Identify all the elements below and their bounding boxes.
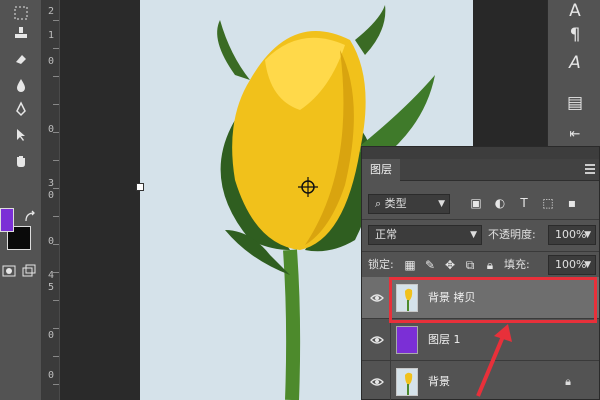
stamp-icon[interactable] xyxy=(12,24,30,42)
marquee-icon[interactable] xyxy=(12,4,30,22)
lock-transparent-icon[interactable]: ▦ xyxy=(402,257,418,273)
fill-label: 填充: xyxy=(504,258,530,271)
filter-type-icon[interactable]: T xyxy=(516,195,532,211)
vertical-ruler: 2 1 0 0 3 0 0 4 5 0 0 xyxy=(42,0,60,400)
eraser-icon[interactable] xyxy=(12,50,30,68)
lock-position-icon[interactable]: ✥ xyxy=(442,257,458,273)
foreground-color-swatch[interactable] xyxy=(0,208,14,232)
filter-kind-dropdown[interactable]: ⌕ 类型 ▼ xyxy=(368,194,450,214)
filter-row: ⌕ 类型 ▼ ▣ ◐ T ⬚ ▪ xyxy=(362,191,599,217)
transform-handle[interactable] xyxy=(136,183,144,191)
opacity-value: 100% xyxy=(555,228,587,241)
chevron-down-icon: ▼ xyxy=(584,260,591,270)
layer-thumbnail xyxy=(396,326,418,354)
search-icon: ⌕ xyxy=(375,197,385,210)
tab-layers[interactable]: 图层 xyxy=(362,159,400,181)
blend-row: 正常 ▼ 不透明度: 100% ▼ xyxy=(362,223,599,249)
lock-icon: 🔒︎ xyxy=(565,375,571,388)
lock-artboard-icon[interactable]: ⧉ xyxy=(462,257,478,273)
layer-name: 图层 1 xyxy=(428,333,461,346)
lock-all-icon[interactable]: 🔒︎ xyxy=(482,257,498,273)
chevron-down-icon: ▼ xyxy=(470,230,477,240)
annotation-arrow xyxy=(476,324,512,397)
quick-mask-icon[interactable] xyxy=(0,262,18,280)
paragraph-icon[interactable]: ¶ xyxy=(564,24,586,46)
properties-icon[interactable]: ▤ xyxy=(564,92,586,114)
blend-mode-value: 正常 xyxy=(375,228,397,241)
layer-name: 背景 xyxy=(428,375,450,388)
character-icon[interactable]: A xyxy=(564,0,586,22)
lock-row: 锁定: ▦ ✎ ✥ ⧉ 🔒︎ 填充: 100% ▼ xyxy=(362,253,599,279)
fill-input[interactable]: 100% ▼ xyxy=(548,255,596,275)
eye-icon[interactable] xyxy=(370,333,384,347)
panel-menu-icon[interactable] xyxy=(585,164,595,174)
panel-collapse-bar[interactable] xyxy=(362,147,599,159)
adjustments-icon[interactable]: ⇤ xyxy=(564,124,586,146)
pen-icon[interactable] xyxy=(12,100,30,118)
layer-thumbnail xyxy=(396,368,418,396)
hand-icon[interactable] xyxy=(12,152,30,170)
select-arrow-icon[interactable] xyxy=(12,126,30,144)
drop-icon[interactable] xyxy=(12,76,30,94)
screen-mode-icon[interactable] xyxy=(20,262,38,280)
blend-mode-dropdown[interactable]: 正常 ▼ xyxy=(368,225,482,245)
highlight-box xyxy=(389,277,597,323)
eye-icon[interactable] xyxy=(370,291,384,305)
lock-paint-icon[interactable]: ✎ xyxy=(422,257,438,273)
swap-colors-icon[interactable] xyxy=(22,208,40,226)
filter-adjustment-icon[interactable]: ◐ xyxy=(492,195,508,211)
chevron-down-icon: ▼ xyxy=(438,199,445,209)
lock-label: 锁定: xyxy=(368,258,394,271)
filter-shape-icon[interactable]: ⬚ xyxy=(540,195,556,211)
opacity-input[interactable]: 100% ▼ xyxy=(548,225,596,245)
fill-value: 100% xyxy=(555,258,587,271)
opacity-label: 不透明度: xyxy=(488,228,536,241)
tools-toolbar xyxy=(0,0,42,400)
chevron-down-icon: ▼ xyxy=(584,230,591,240)
filter-pixel-icon[interactable]: ▣ xyxy=(468,195,484,211)
eye-icon[interactable] xyxy=(370,375,384,389)
glyphs-icon[interactable]: A xyxy=(564,52,586,74)
filter-kind-label: 类型 xyxy=(384,197,407,210)
filter-smart-object-icon[interactable]: ▪ xyxy=(564,195,580,211)
